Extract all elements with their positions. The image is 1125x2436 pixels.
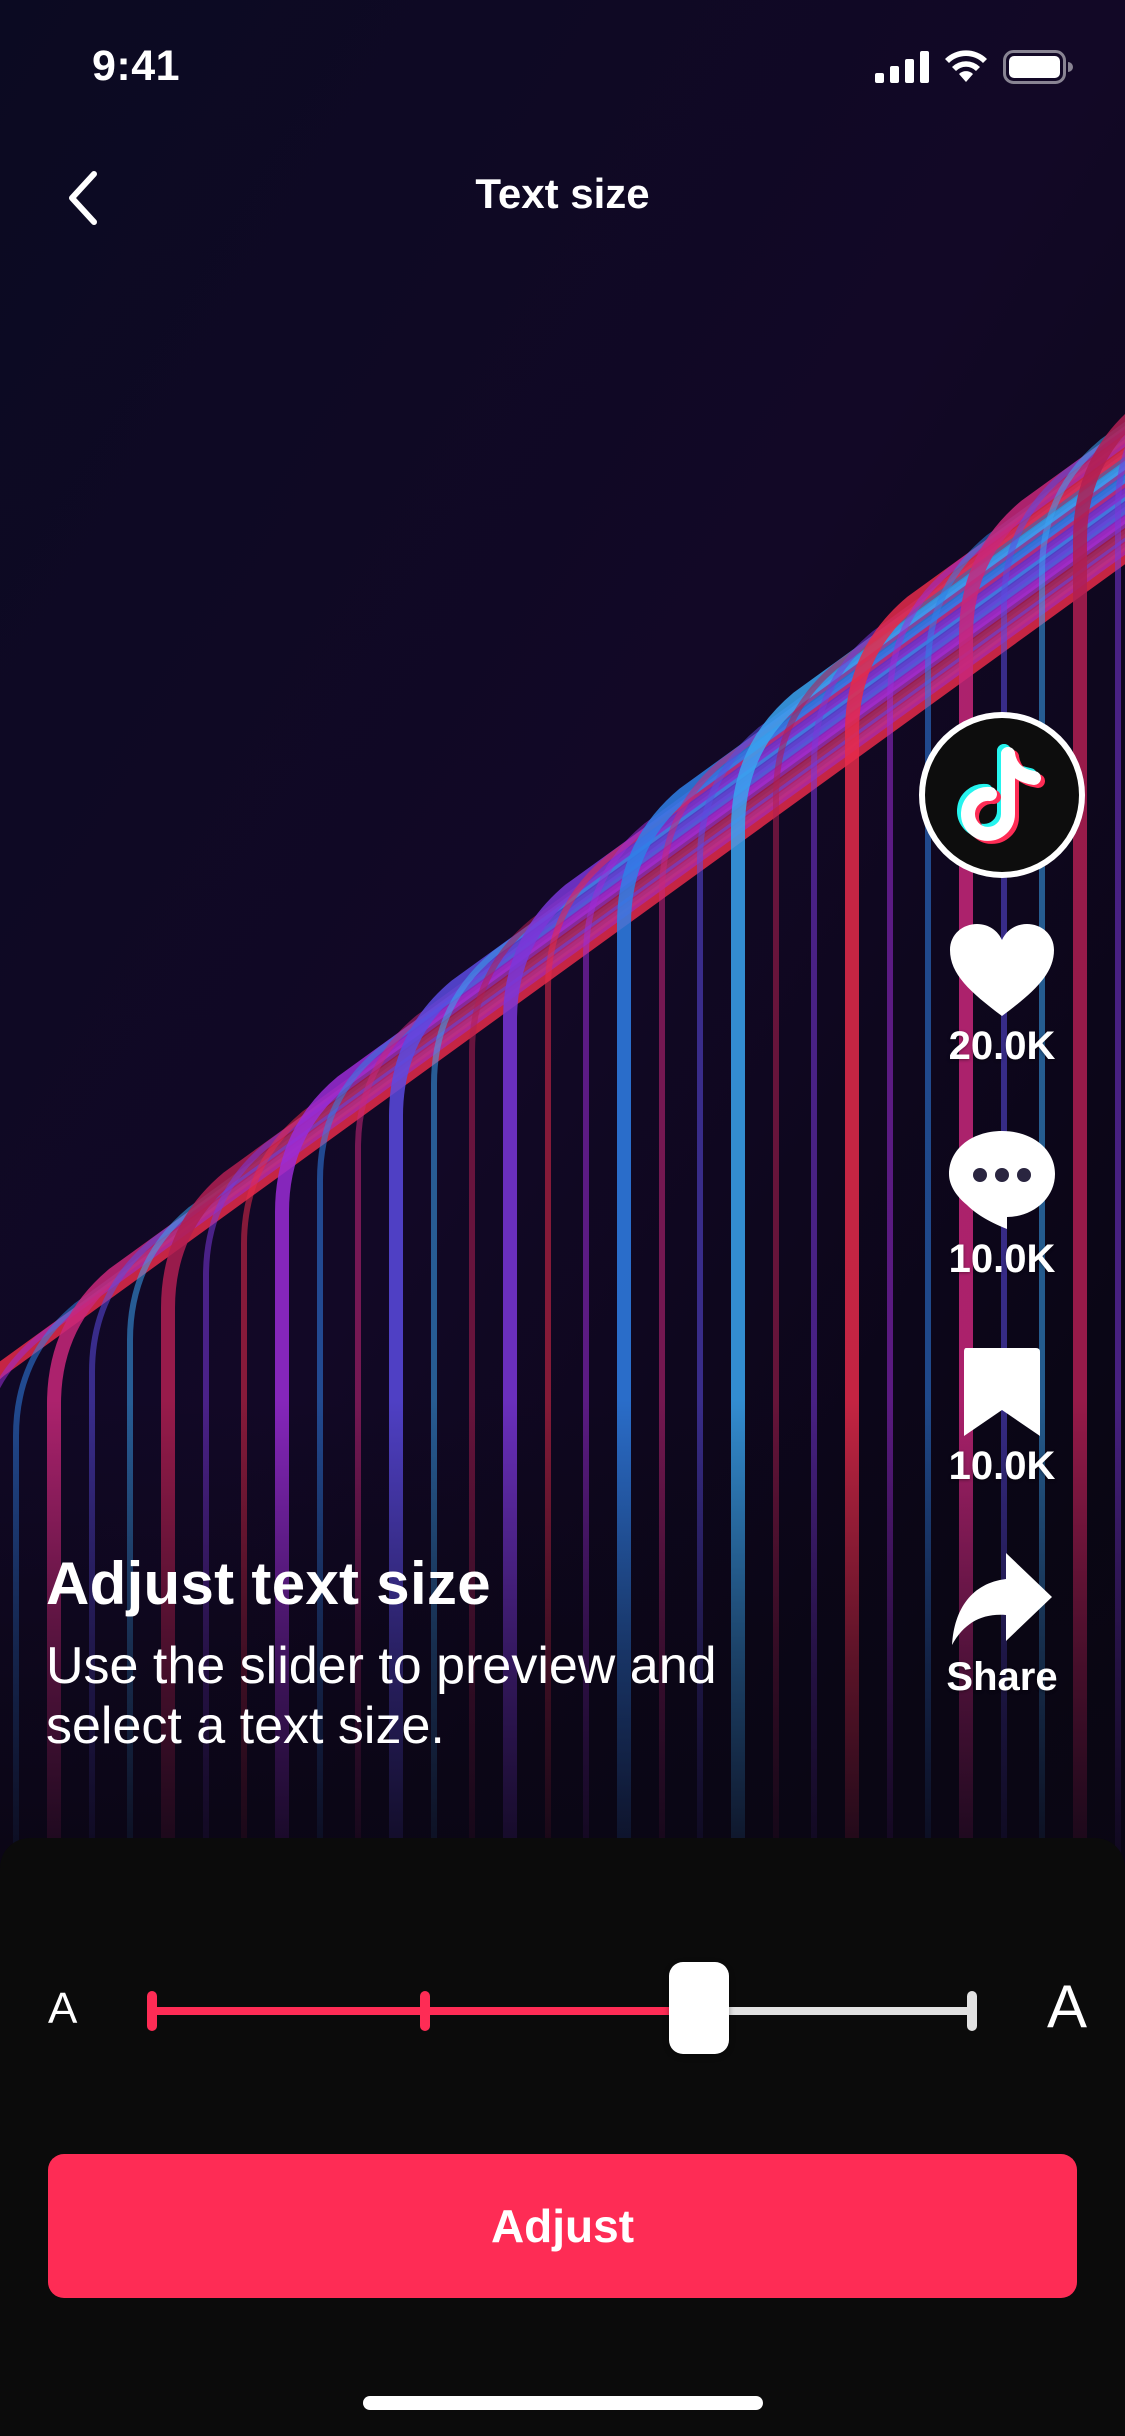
text-size-sheet [0, 1838, 1125, 2436]
save-button[interactable]: 10.0K [948, 1344, 1056, 1489]
comment-button[interactable]: 10.0K [947, 1127, 1057, 1282]
battery-icon [1003, 50, 1073, 84]
comment-count: 10.0K [948, 1237, 1056, 1281]
caption-description: Use the slider to preview and select a t… [46, 1637, 717, 1755]
smaller-text-label: A [48, 1984, 78, 2033]
comment-bubble-icon [949, 1131, 1055, 1229]
status-time: 9:41 [92, 42, 181, 90]
adjust-button[interactable]: Adjust [48, 2154, 1077, 2298]
like-button[interactable]: 20.0K [948, 922, 1056, 1069]
text-size-slider[interactable] [147, 1962, 977, 2054]
caption: Adjust text size Use the slider to previ… [46, 1548, 846, 1756]
share-label: Share [946, 1655, 1058, 1699]
slider-step-tick[interactable] [147, 1991, 157, 2031]
profile-avatar[interactable] [919, 712, 1085, 878]
status-icons [875, 50, 1073, 84]
tiktok-logo-icon [957, 744, 1045, 844]
cellular-signal-icon [875, 51, 929, 83]
slider-thumb[interactable] [668, 1962, 729, 2054]
slider-step-tick[interactable] [420, 1991, 431, 2031]
like-count: 20.0K [948, 1024, 1056, 1068]
share-arrow-icon [951, 1553, 1052, 1645]
page-title: Text size [475, 170, 650, 217]
larger-text-label: A [1046, 1973, 1087, 2040]
share-button[interactable]: Share [946, 1549, 1058, 1700]
caption-title: Adjust text size [46, 1550, 491, 1617]
home-indicator [363, 2396, 763, 2410]
wifi-icon [945, 50, 987, 82]
slider-step-tick[interactable] [967, 1991, 977, 2031]
action-column: 20.0K 10.0K 10.0K Share [917, 712, 1087, 1700]
phone-screen: 9:41 Text size 20.0K 10.0K 10.0K Share A… [0, 0, 1125, 2436]
save-count: 10.0K [948, 1444, 1056, 1488]
heart-icon [950, 924, 1054, 1016]
bookmark-icon [964, 1348, 1040, 1436]
